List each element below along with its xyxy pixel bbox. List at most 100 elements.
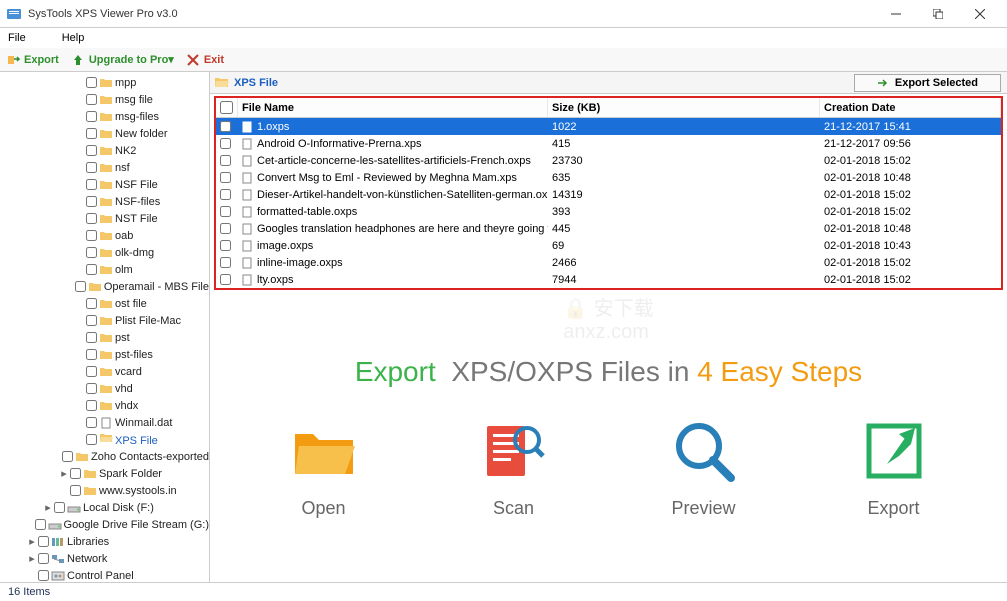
folder-icon bbox=[75, 451, 89, 463]
tree-checkbox[interactable] bbox=[86, 179, 97, 190]
tree-node[interactable]: olk-dmg bbox=[0, 244, 209, 261]
tree-checkbox[interactable] bbox=[86, 145, 97, 156]
tree-checkbox[interactable] bbox=[86, 315, 97, 326]
tree-checkbox[interactable] bbox=[86, 94, 97, 105]
maximize-button[interactable] bbox=[917, 0, 959, 28]
tree-checkbox[interactable] bbox=[86, 417, 97, 428]
close-button[interactable] bbox=[959, 0, 1001, 28]
exit-button[interactable]: Exit bbox=[186, 53, 224, 67]
row-checkbox[interactable] bbox=[220, 240, 231, 251]
folder-tree[interactable]: mppmsg filemsg-filesNew folderNK2nsfNSF … bbox=[0, 72, 210, 582]
tree-node[interactable]: XPS File bbox=[0, 431, 209, 448]
tree-node[interactable]: mpp bbox=[0, 74, 209, 91]
tree-checkbox[interactable] bbox=[86, 332, 97, 343]
tree-checkbox[interactable] bbox=[35, 519, 46, 530]
minimize-button[interactable] bbox=[875, 0, 917, 28]
row-checkbox[interactable] bbox=[220, 121, 231, 132]
row-checkbox[interactable] bbox=[220, 189, 231, 200]
tree-node[interactable]: msg file bbox=[0, 91, 209, 108]
tree-checkbox[interactable] bbox=[38, 536, 49, 547]
tree-node[interactable]: New folder bbox=[0, 125, 209, 142]
tree-checkbox[interactable] bbox=[86, 77, 97, 88]
tree-checkbox[interactable] bbox=[86, 264, 97, 275]
row-checkbox[interactable] bbox=[220, 274, 231, 285]
tree-node[interactable]: www.systools.in bbox=[0, 482, 209, 499]
tree-node[interactable]: ▸Local Disk (F:) bbox=[0, 499, 209, 516]
tree-checkbox[interactable] bbox=[86, 434, 97, 445]
tree-node[interactable]: NST File bbox=[0, 210, 209, 227]
tree-checkbox[interactable] bbox=[70, 485, 81, 496]
tree-checkbox[interactable] bbox=[86, 162, 97, 173]
table-row[interactable]: Convert Msg to Eml - Reviewed by Meghna … bbox=[216, 169, 1001, 186]
table-row[interactable]: inline-image.oxps246602-01-2018 15:02 bbox=[216, 254, 1001, 271]
row-checkbox[interactable] bbox=[220, 155, 231, 166]
tree-node[interactable]: pst-files bbox=[0, 346, 209, 363]
tree-checkbox[interactable] bbox=[86, 213, 97, 224]
tree-checkbox[interactable] bbox=[86, 247, 97, 258]
tree-node[interactable]: Zoho Contacts-exported bbox=[0, 448, 209, 465]
tree-node[interactable]: ost file bbox=[0, 295, 209, 312]
tree-checkbox[interactable] bbox=[86, 230, 97, 241]
folder-icon bbox=[99, 94, 113, 106]
header-checkbox[interactable] bbox=[216, 98, 238, 117]
tree-node[interactable]: vhdx bbox=[0, 397, 209, 414]
tree-checkbox[interactable] bbox=[86, 349, 97, 360]
tree-twisty-icon[interactable]: ▸ bbox=[26, 535, 38, 548]
tree-node[interactable]: olm bbox=[0, 261, 209, 278]
tree-node[interactable]: ▸Network bbox=[0, 550, 209, 567]
export-button[interactable]: Export bbox=[6, 53, 59, 67]
header-size[interactable]: Size (KB) bbox=[548, 98, 820, 117]
tree-node[interactable]: vcard bbox=[0, 363, 209, 380]
tree-checkbox[interactable] bbox=[54, 502, 65, 513]
header-filename[interactable]: File Name bbox=[238, 98, 548, 117]
table-row[interactable]: Dieser-Artikel-handelt-von-künstlichen-S… bbox=[216, 186, 1001, 203]
tree-node[interactable]: Winmail.dat bbox=[0, 414, 209, 431]
tree-node[interactable]: Plist File-Mac bbox=[0, 312, 209, 329]
table-row[interactable]: Android O-Informative-Prerna.xps41521-12… bbox=[216, 135, 1001, 152]
tree-node[interactable]: nsf bbox=[0, 159, 209, 176]
tree-checkbox[interactable] bbox=[86, 111, 97, 122]
tree-checkbox[interactable] bbox=[38, 570, 49, 581]
tree-node[interactable]: NK2 bbox=[0, 142, 209, 159]
tree-checkbox[interactable] bbox=[70, 468, 81, 479]
tree-checkbox[interactable] bbox=[86, 196, 97, 207]
row-checkbox[interactable] bbox=[220, 206, 231, 217]
tree-node[interactable]: NSF File bbox=[0, 176, 209, 193]
menu-file[interactable]: File bbox=[8, 32, 26, 44]
table-row[interactable]: Googles translation headphones are here … bbox=[216, 220, 1001, 237]
tree-node[interactable]: oab bbox=[0, 227, 209, 244]
tree-node[interactable]: Control Panel bbox=[0, 567, 209, 582]
tree-node[interactable]: ▸Spark Folder bbox=[0, 465, 209, 482]
row-checkbox[interactable] bbox=[220, 138, 231, 149]
tree-twisty-icon[interactable]: ▸ bbox=[58, 467, 70, 480]
tree-twisty-icon[interactable]: ▸ bbox=[42, 501, 54, 514]
upgrade-button[interactable]: Upgrade to Pro▾ bbox=[71, 53, 174, 67]
row-checkbox[interactable] bbox=[220, 223, 231, 234]
tree-checkbox[interactable] bbox=[62, 451, 73, 462]
table-row[interactable]: lty.oxps794402-01-2018 15:02 bbox=[216, 271, 1001, 288]
header-date[interactable]: Creation Date bbox=[820, 98, 1001, 117]
tree-node[interactable]: NSF-files bbox=[0, 193, 209, 210]
tree-checkbox[interactable] bbox=[38, 553, 49, 564]
table-row[interactable]: formatted-table.oxps39302-01-2018 15:02 bbox=[216, 203, 1001, 220]
menu-help[interactable]: Help bbox=[62, 32, 85, 44]
row-checkbox[interactable] bbox=[220, 257, 231, 268]
tree-checkbox[interactable] bbox=[86, 366, 97, 377]
tree-checkbox[interactable] bbox=[86, 383, 97, 394]
row-checkbox[interactable] bbox=[220, 172, 231, 183]
tree-node[interactable]: Operamail - MBS File bbox=[0, 278, 209, 295]
tree-node[interactable]: msg-files bbox=[0, 108, 209, 125]
export-selected-button[interactable]: Export Selected bbox=[854, 74, 1001, 92]
tree-node[interactable]: Google Drive File Stream (G:) bbox=[0, 516, 209, 533]
tree-checkbox[interactable] bbox=[86, 298, 97, 309]
tree-node[interactable]: pst bbox=[0, 329, 209, 346]
table-row[interactable]: image.oxps6902-01-2018 10:43 bbox=[216, 237, 1001, 254]
tree-node[interactable]: ▸Libraries bbox=[0, 533, 209, 550]
tree-node[interactable]: vhd bbox=[0, 380, 209, 397]
tree-checkbox[interactable] bbox=[86, 400, 97, 411]
tree-checkbox[interactable] bbox=[86, 128, 97, 139]
table-row[interactable]: 1.oxps102221-12-2017 15:41 bbox=[216, 118, 1001, 135]
tree-checkbox[interactable] bbox=[75, 281, 86, 292]
tree-twisty-icon[interactable]: ▸ bbox=[26, 552, 38, 565]
table-row[interactable]: Cet-article-concerne-les-satellites-arti… bbox=[216, 152, 1001, 169]
